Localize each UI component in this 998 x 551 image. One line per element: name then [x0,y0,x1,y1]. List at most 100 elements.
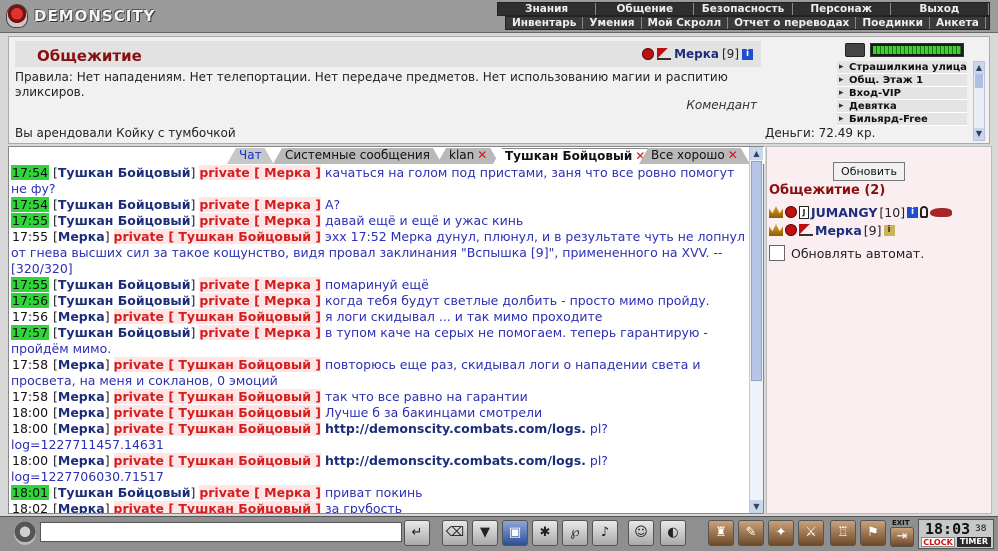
submenu-inventory[interactable]: Инвентарь [506,17,584,29]
message-author[interactable]: Тушкан Бойцовый [58,293,191,308]
bag-icon[interactable]: ♜ [708,520,734,546]
top-bar: DEMONSCITY Знания Общение Безопасность П… [0,0,998,33]
private-target[interactable]: private [ Мерка ] [199,293,322,308]
message-author[interactable]: Мерка [58,309,105,324]
chat-input[interactable] [40,522,402,542]
menu-knowledge[interactable]: Знания [498,3,597,15]
exit-icon[interactable]: ⇥ [890,527,914,547]
music-icon[interactable]: ♪ [592,520,618,546]
user-row[interactable]: J JUMANGY [10] i [769,203,953,221]
chat-scrollbar[interactable]: ▲ ▼ [749,147,763,513]
nav-link[interactable]: Страшилкина улица [837,61,967,74]
private-target[interactable]: private [ Тушкан Бойцовый ] [113,405,322,420]
user-row[interactable]: Мерка [9] i [769,221,895,239]
castle-icon[interactable]: ♖ [830,520,856,546]
nav-link[interactable]: Бильярд-Free [837,113,967,126]
message-author[interactable]: Тушкан Бойцовый [58,277,191,292]
private-target[interactable]: private [ Мерка ] [199,485,322,500]
close-icon[interactable]: ✕ [728,148,738,162]
menu-exit[interactable]: Выход [891,3,990,15]
keeper-name[interactable]: Мерка [674,47,719,61]
menu-security[interactable]: Безопасность [694,3,793,15]
scroll-down-icon[interactable]: ▼ [750,500,763,513]
info-icon[interactable]: i [742,48,753,60]
tab-chat[interactable]: Чат [227,148,274,164]
eraser-icon[interactable]: ⌫ [442,520,468,546]
private-target[interactable]: private [ Тушкан Бойцовый ] [113,309,322,324]
message-link[interactable]: http://demonscity.combats.com/logs. [325,421,586,436]
private-target[interactable]: private [ Мерка ] [199,213,322,228]
submenu-scroll[interactable]: Мой Скролл [642,17,729,29]
filter-icon[interactable]: ▼ [472,520,498,546]
location-rules: Правила: Нет нападениям. Нет телепортаци… [15,70,728,99]
smiley-icon[interactable]: ☺ [628,520,654,546]
tab-all-good[interactable]: Все хорошо ✕ [639,148,750,164]
close-icon[interactable]: ✕ [477,148,487,162]
nav-link[interactable]: Вход-VIP [837,87,967,100]
submenu-skills[interactable]: Умения [583,17,642,29]
tab-system[interactable]: Системные сообщения [273,148,442,164]
private-target[interactable]: private [ Тушкан Бойцовый ] [113,453,322,468]
scroll-down-icon[interactable]: ▼ [974,128,984,140]
message-author[interactable]: Тушкан Бойцовый [58,165,191,180]
message-link[interactable]: http://demonscity.combats.com/logs. [325,453,586,468]
silence-icon[interactable]: ✱ [532,520,558,546]
helmet-icon[interactable]: ◐ [660,520,686,546]
private-target[interactable]: private [ Мерка ] [199,165,322,180]
scroll-thumb[interactable] [751,161,762,381]
clock-button[interactable]: CLOCK [921,537,955,547]
card-icon: J [799,205,809,219]
private-target[interactable]: private [ Тушкан Бойцовый ] [113,501,322,513]
submenu-fights[interactable]: Поединки [856,17,931,29]
scroll-thumb[interactable] [975,74,983,88]
message-time: 17:58 [12,389,49,404]
camera-icon[interactable] [845,43,865,57]
save-icon[interactable]: ▣ [502,520,528,546]
fight-icon[interactable]: ⚔ [798,520,824,546]
message-author[interactable]: Мерка [58,389,105,404]
message-author[interactable]: Тушкан Бойцовый [58,213,191,228]
message-author[interactable]: Мерка [58,421,105,436]
timer-button[interactable]: TIMER [957,537,991,547]
send-icon[interactable]: ↵ [404,520,430,546]
scroll-up-icon[interactable]: ▲ [750,147,763,160]
private-target[interactable]: private [ Мерка ] [199,197,322,212]
message-author[interactable]: Тушкан Бойцовый [58,485,191,500]
private-target[interactable]: private [ Мерка ] [199,277,322,292]
auto-refresh-checkbox[interactable] [769,245,785,261]
menu-communication[interactable]: Общение [596,3,695,15]
message-author[interactable]: Мерка [58,405,105,420]
message-author[interactable]: Мерка [58,229,105,244]
nav-link[interactable]: Общ. Этаж 1 [837,74,967,87]
nav-scrollbar[interactable]: ▲ ▼ [973,61,985,141]
flag-icon[interactable]: ⚑ [860,520,886,546]
tab-klan[interactable]: klan ✕ [437,148,499,164]
submenu-transfer-report[interactable]: Отчет о переводах [728,17,857,29]
refresh-button[interactable]: Обновить [833,162,905,181]
private-target[interactable]: private [ Тушкан Бойцовый ] [113,389,322,404]
private-target[interactable]: private [ Тушкан Бойцовый ] [113,357,322,372]
logo[interactable]: DEMONSCITY [6,3,186,29]
user-name[interactable]: Мерка [815,223,862,238]
user-name[interactable]: JUMANGY [811,205,877,220]
tab-tushkan[interactable]: Тушкан Бойцовый ✕ [493,148,657,164]
nav-link[interactable]: Девятка [837,100,967,113]
private-target[interactable]: private [ Тушкан Бойцовый ] [113,421,322,436]
message-author[interactable]: Тушкан Бойцовый [58,197,191,212]
map-icon[interactable]: ✦ [768,520,794,546]
message-author[interactable]: Мерка [58,453,105,468]
menu-character[interactable]: Персонаж [793,3,891,15]
scroll-up-icon[interactable]: ▲ [974,62,984,74]
private-log-icon[interactable]: ℘ [562,520,588,546]
info-icon[interactable]: i [883,224,895,236]
message-time: 17:56 [11,293,50,308]
scroll-icon[interactable]: ✎ [738,520,764,546]
info-icon[interactable]: i [907,206,919,218]
logo-icon[interactable] [14,521,36,545]
private-target[interactable]: private [ Мерка ] [199,325,322,340]
message-author[interactable]: Мерка [58,501,105,513]
private-target[interactable]: private [ Тушкан Бойцовый ] [113,229,322,244]
message-author[interactable]: Тушкан Бойцовый [58,325,191,340]
submenu-profile[interactable]: Анкета [930,17,986,29]
message-author[interactable]: Мерка [58,357,105,372]
